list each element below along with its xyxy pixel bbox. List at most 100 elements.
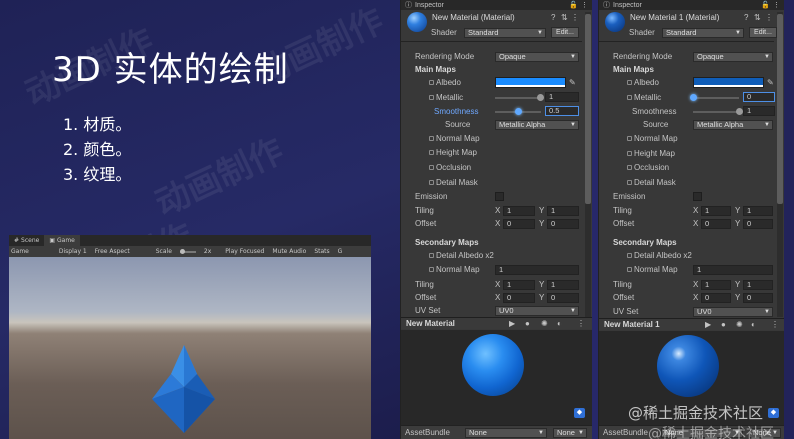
tiling-y-field[interactable]: 1 [547,206,579,216]
metallic-slider[interactable] [495,97,541,99]
play-preview-icon[interactable]: ▶ [509,318,515,330]
smoothness-value-field[interactable]: 1 [743,106,775,116]
texture-slot-icon[interactable] [627,165,632,171]
secondary-tiling-y-field[interactable]: 1 [743,280,773,290]
texture-slot-icon[interactable] [627,151,632,157]
uv-set-dropdown[interactable]: UV0 ▼ [495,306,579,316]
tiling-y-field[interactable]: 1 [743,206,773,216]
display-dropdown[interactable]: Display 1 [59,248,87,255]
asset-label-icon[interactable]: ◆ [768,408,779,418]
offset-y-field[interactable]: 0 [743,219,773,229]
texture-slot-icon[interactable] [429,180,434,186]
background-icon[interactable]: ◐ [557,318,562,330]
help-icon[interactable]: ? [551,12,555,24]
preview-menu-icon[interactable]: ⋮ [577,318,585,330]
settings-menu-icon[interactable]: ⋮ [765,12,773,24]
offset-y-field[interactable]: 0 [547,219,579,229]
texture-slot-icon[interactable] [429,95,434,101]
tab-game[interactable]: ▣ Game [44,235,80,246]
texture-slot-icon[interactable] [627,136,632,142]
secondary-tiling-x-field[interactable]: 1 [701,280,731,290]
smoothness-slider[interactable] [693,111,739,113]
inspector-scrollbar[interactable] [585,12,591,317]
texture-slot-icon[interactable] [429,150,434,156]
albedo-color-swatch[interactable] [693,77,764,88]
inspector-scrollbar[interactable] [777,12,783,317]
preset-icon[interactable]: ⇅ [754,12,761,24]
eyedropper-icon[interactable]: ✎ [767,77,774,89]
asset-bundle-variant-dropdown[interactable]: None ▼ [553,428,587,438]
tiling-x-field[interactable]: 1 [701,206,731,216]
tab-inspector[interactable]: Inspector [415,2,444,9]
edit-shader-button[interactable]: Edit... [551,27,579,38]
menu-icon[interactable]: ⋮ [581,1,592,9]
shader-dropdown[interactable]: Standard ▼ [662,28,744,38]
sphere-mesh-icon[interactable]: ● [721,319,726,331]
secondary-offset-x-field[interactable]: 0 [701,293,731,303]
texture-slot-icon[interactable] [429,136,434,142]
offset-x-field[interactable]: 0 [503,219,535,229]
scrollbar-thumb[interactable] [777,14,783,204]
source-dropdown[interactable]: Metallic Alpha ▼ [693,120,773,130]
scrollbar-thumb[interactable] [585,14,591,204]
sphere-mesh-icon[interactable]: ● [525,318,530,330]
texture-slot-icon[interactable] [627,95,632,101]
emission-checkbox[interactable] [693,192,702,201]
offset-x-field[interactable]: 0 [701,219,731,229]
metallic-slider-knob[interactable] [689,94,697,101]
play-preview-icon[interactable]: ▶ [705,319,711,331]
light-icon[interactable]: ✺ [736,319,743,331]
edit-shader-button[interactable]: Edit... [749,27,777,38]
game-dropdown[interactable]: Game [11,248,29,255]
secondary-tiling-x-field[interactable]: 1 [503,280,535,290]
rendering-mode-dropdown[interactable]: Opaque ▼ [693,52,773,62]
secondary-offset-y-field[interactable]: 0 [743,293,773,303]
asset-bundle-dropdown[interactable]: None ▼ [465,428,547,438]
texture-slot-icon[interactable] [429,267,434,273]
tab-inspector[interactable]: Inspector [613,2,642,9]
eyedropper-icon[interactable]: ✎ [569,77,576,89]
source-dropdown[interactable]: Metallic Alpha ▼ [495,120,579,130]
texture-slot-icon[interactable] [627,267,632,273]
secondary-tiling-y-field[interactable]: 1 [547,280,579,290]
smoothness-value-field[interactable]: 0.5 [545,106,579,116]
material-preview-area[interactable]: ◆ [401,330,592,425]
menu-icon[interactable]: ⋮ [773,1,784,9]
texture-slot-icon[interactable] [429,165,434,171]
metallic-slider-knob[interactable] [536,94,544,101]
texture-slot-icon[interactable] [627,253,632,259]
emission-checkbox[interactable] [495,192,504,201]
settings-menu-icon[interactable]: ⋮ [571,12,579,24]
secondary-normal-scale-field[interactable]: 1 [693,265,773,275]
uv-set-dropdown[interactable]: UV0 ▼ [693,307,773,317]
background-icon[interactable]: ◐ [751,319,756,331]
metallic-value-field[interactable]: 0 [743,92,775,102]
play-focused-dropdown[interactable]: Play Focused [225,248,264,255]
help-icon[interactable]: ? [744,12,748,24]
preset-icon[interactable]: ⇅ [561,12,568,24]
game-viewport[interactable] [9,257,371,439]
texture-slot-icon[interactable] [429,253,434,259]
metallic-slider[interactable] [693,97,739,99]
scale-slider[interactable] [179,248,196,254]
texture-slot-icon[interactable] [429,80,434,86]
metallic-value-field[interactable]: 1 [545,92,579,102]
lock-icon[interactable]: 🔓 [761,1,770,9]
secondary-offset-y-field[interactable]: 0 [547,293,579,303]
smoothness-slider-knob[interactable] [514,108,522,115]
tiling-x-field[interactable]: 1 [503,206,535,216]
secondary-offset-x-field[interactable]: 0 [503,293,535,303]
smoothness-slider-knob[interactable] [735,108,743,115]
rendering-mode-dropdown[interactable]: Opaque ▼ [495,52,579,62]
asset-label-icon[interactable]: ◆ [574,408,585,418]
stats-toggle[interactable]: Stats [314,248,329,255]
tab-scene[interactable]: # Scene [9,235,44,246]
secondary-normal-scale-field[interactable]: 1 [495,265,579,275]
shader-dropdown[interactable]: Standard ▼ [464,28,546,38]
albedo-color-swatch[interactable] [495,77,566,88]
aspect-dropdown[interactable]: Free Aspect [95,248,130,255]
mute-audio-toggle[interactable]: Mute Audio [272,248,306,255]
lock-icon[interactable]: 🔓 [569,1,578,9]
gizmos-toggle[interactable]: G [338,248,343,255]
texture-slot-icon[interactable] [627,180,632,186]
